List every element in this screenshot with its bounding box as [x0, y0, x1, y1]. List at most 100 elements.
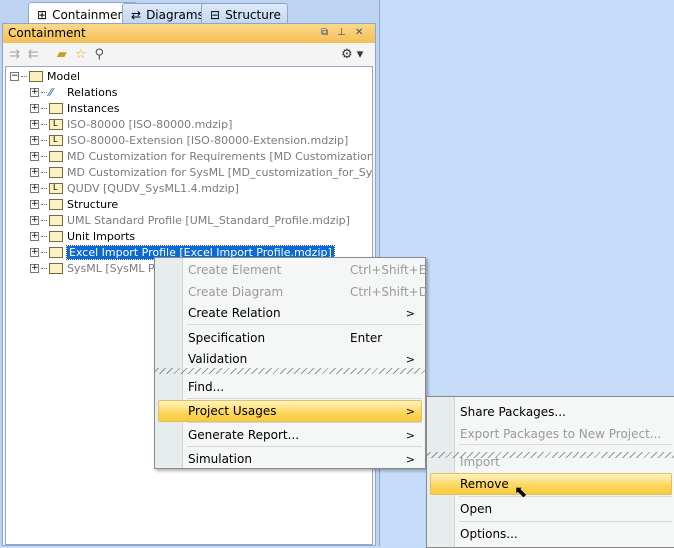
expand-icon[interactable]: + [30, 263, 39, 273]
tree-line [41, 267, 47, 269]
tree-line [41, 187, 47, 189]
tab-containment[interactable]: ⊞ Containment [28, 2, 137, 24]
menu-separator [459, 496, 672, 497]
menu-item-project-usages[interactable]: Project Usages > [188, 401, 419, 421]
menu-item-shortcut: Ctrl+Shift+D [350, 285, 428, 299]
folder-icon [49, 198, 63, 210]
tree-line [41, 171, 47, 173]
menu-item-label: Create Relation [188, 306, 281, 320]
expand-all-icon[interactable]: ⇇ [28, 47, 39, 62]
collapse-all-icon[interactable]: ⇉ [9, 47, 20, 62]
tab-structure[interactable]: ⊟ Structure [201, 3, 288, 23]
menu-item-create-diagram[interactable]: Create Diagram Ctrl+Shift+D [188, 282, 428, 302]
menu-item-export-packages-to-new-project[interactable]: Export Packages to New Project... [460, 424, 669, 444]
menu-item-open[interactable]: Open [460, 499, 669, 519]
tree-item[interactable]: + Unit Imports [30, 228, 135, 244]
tree-item[interactable]: + ⁄⁄ Relations [30, 84, 118, 100]
float-icon[interactable]: ⧉ [321, 27, 328, 38]
tree-item[interactable]: + Structure [30, 196, 118, 212]
open-folder-icon[interactable]: ▰ [57, 47, 67, 62]
menu-item-shortcut: Enter [350, 331, 383, 345]
tree-item-label: Model [47, 69, 81, 83]
expand-icon[interactable]: + [30, 183, 39, 193]
expand-icon[interactable]: + [30, 135, 39, 145]
tree-item[interactable]: + QUDV [QUDV_SysML1.4.mdzip] [30, 180, 239, 196]
menu-item-generate-report[interactable]: Generate Report... > [188, 425, 419, 445]
menu-item-find[interactable]: Find... [188, 377, 419, 397]
menu-separator [459, 521, 672, 522]
tree-line [41, 219, 47, 221]
tree-line [41, 91, 47, 93]
tree-line [21, 75, 27, 77]
menu-separator [459, 444, 672, 445]
menu-item-label: Validation [188, 352, 248, 366]
tree-line [41, 139, 47, 141]
menu-item-label: Import [460, 455, 500, 469]
close-icon[interactable]: ✕ [355, 27, 363, 38]
menu-item-specification[interactable]: Specification Enter [188, 328, 419, 348]
expand-icon[interactable]: + [30, 103, 39, 113]
tree-line [41, 251, 47, 253]
model-icon [29, 70, 43, 82]
tree-item-label: MD Customization for Requirements [MD Cu… [67, 149, 373, 163]
tree-item-label: Structure [67, 197, 119, 211]
menu-item-share-packages[interactable]: Share Packages... [460, 402, 669, 422]
containment-icon: ⊞ [37, 7, 48, 22]
tree-item-label: ISO-80000 [ISO-80000.mdzip] [67, 117, 233, 131]
tree-item[interactable]: + ISO-80000 [ISO-80000.mdzip] [30, 116, 232, 132]
tree-item[interactable]: + UML Standard Profile [UML_Standard_Prof… [30, 212, 350, 228]
menu-item-label: Simulation [188, 452, 252, 466]
star-icon[interactable]: ☆ [75, 47, 87, 62]
tree-item[interactable]: + Instances [30, 100, 120, 116]
menu-item-validation[interactable]: Validation > [188, 349, 419, 369]
relations-icon: ⁄⁄ [49, 85, 53, 99]
expand-icon[interactable]: + [30, 215, 39, 225]
menu-item-remove[interactable]: Remove [460, 474, 669, 494]
tree-item-label: ISO-80000-Extension [ISO-80000-Extension… [67, 133, 349, 147]
expand-icon[interactable]: + [30, 247, 39, 257]
library-icon [49, 134, 63, 146]
expand-icon[interactable]: + [30, 199, 39, 209]
menu-item-create-element[interactable]: Create Element Ctrl+Shift+E [188, 260, 426, 280]
menu-item-label: Options... [460, 527, 518, 541]
library-icon [49, 118, 63, 130]
gear-icon[interactable]: ⚙ ▾ [341, 47, 363, 62]
tab-diagrams[interactable]: ⇄ Diagrams [122, 3, 211, 23]
expand-icon[interactable]: + [30, 167, 39, 177]
tree-item[interactable]: − Model [10, 68, 80, 84]
menu-item-label: Share Packages... [460, 405, 566, 419]
profile-icon [49, 262, 63, 274]
collapse-icon[interactable]: − [10, 71, 19, 81]
expand-icon[interactable]: + [30, 119, 39, 129]
library-icon [49, 182, 63, 194]
tree-item[interactable]: + ISO-80000-Extension [ISO-80000-Extensio… [30, 132, 348, 148]
menu-item-options[interactable]: Options... [460, 524, 669, 544]
tree-item[interactable]: + MD Customization for SysML [MD_customiz… [30, 164, 372, 180]
menu-separator [187, 422, 422, 423]
tree-item-label: QUDV [QUDV_SysML1.4.mdzip] [67, 181, 239, 195]
mouse-cursor-icon: ⬉ [514, 482, 528, 501]
shared-icon [49, 166, 63, 178]
search-icon[interactable]: ⚲ [94, 47, 104, 62]
panel-title: Containment [8, 26, 86, 40]
tree-item[interactable]: + SysML [SysML Profi [30, 260, 172, 276]
menu-gutter [427, 397, 455, 547]
panel-header: Containment ⧉ ⊥ ✕ [3, 24, 375, 43]
profile-icon [49, 246, 63, 258]
submenu-arrow-icon: > [405, 452, 415, 466]
menu-item-create-relation[interactable]: Create Relation > [188, 303, 419, 323]
menu-item-simulation[interactable]: Simulation > [188, 449, 419, 469]
submenu-arrow-icon: > [405, 306, 415, 320]
tree-line [41, 155, 47, 157]
menu-item-label: Generate Report... [188, 428, 300, 442]
tree-item[interactable]: + MD Customization for Requirements [MD C… [30, 148, 373, 164]
expand-icon[interactable]: + [30, 151, 39, 161]
pin-icon[interactable]: ⊥ [337, 27, 346, 38]
expand-icon[interactable]: + [30, 231, 39, 241]
menu-separator [187, 446, 422, 447]
menu-item-import[interactable]: Import [460, 452, 669, 472]
expand-icon[interactable]: + [30, 87, 39, 97]
submenu-arrow-icon: > [405, 404, 415, 418]
project-usages-submenu: Share Packages... Export Packages to New … [426, 396, 674, 548]
tree-item-label: Relations [67, 85, 118, 99]
